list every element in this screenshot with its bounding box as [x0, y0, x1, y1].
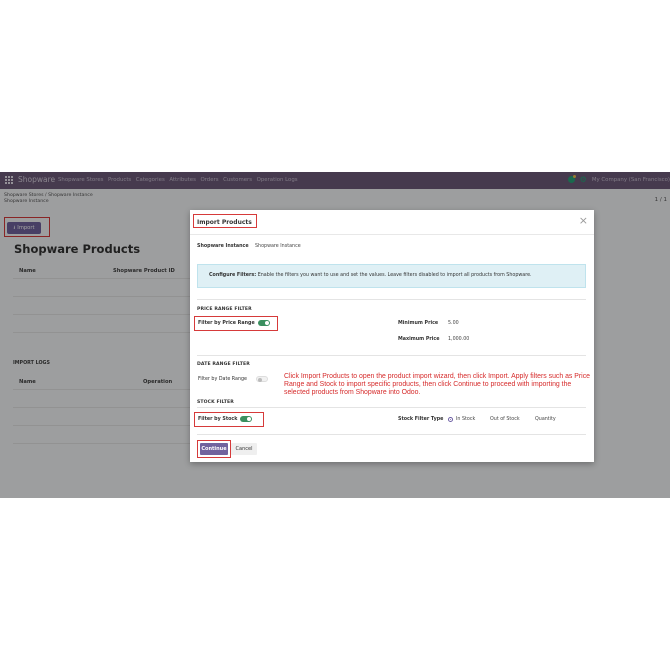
info-bold: Configure Filters:	[209, 273, 257, 278]
option-in-stock[interactable]: In Stock	[456, 417, 475, 422]
info-alert: Configure Filters: Enable the filters yo…	[197, 264, 586, 288]
stock-type-label: Stock Filter Type	[398, 417, 444, 422]
date-filter-toggle[interactable]	[256, 376, 268, 382]
app-screenshot: Shopware Shopware Stores Products Catego…	[0, 172, 670, 498]
instruction-callout: Click Import Products to open the produc…	[284, 373, 590, 396]
date-filter-label: Filter by Date Range	[198, 377, 248, 382]
price-section-title: PRICE RANGE FILTER	[197, 307, 252, 312]
close-icon[interactable]: ×	[579, 215, 588, 227]
max-price-label: Maximum Price	[398, 337, 440, 342]
divider	[197, 299, 586, 300]
instance-label: Shopware Instance	[197, 244, 249, 249]
stock-highlight-box	[194, 412, 264, 427]
radio-in-stock[interactable]	[448, 417, 453, 422]
price-highlight-box	[194, 316, 278, 331]
divider	[197, 434, 586, 435]
cancel-button[interactable]: Cancel	[231, 443, 257, 455]
instance-value[interactable]: Shopware Instance	[255, 244, 301, 249]
stock-section-title: STOCK FILTER	[197, 400, 234, 405]
option-out-of-stock[interactable]: Out of Stock	[490, 417, 520, 422]
date-section-title: DATE RANGE FILTER	[197, 362, 250, 367]
divider	[197, 355, 586, 356]
option-quantity[interactable]: Quantity	[535, 417, 556, 422]
min-price-label: Minimum Price	[398, 321, 439, 326]
dialog-header: Import Products ×	[190, 210, 594, 235]
info-text: Enable the filters you want to use and s…	[256, 273, 532, 278]
max-price-value[interactable]: 1,000.00	[448, 337, 469, 342]
title-highlight-box	[193, 214, 257, 228]
min-price-value[interactable]: 5.00	[448, 321, 459, 326]
continue-highlight-box	[197, 440, 231, 458]
divider	[197, 407, 586, 408]
import-products-dialog: Import Products × Shopware Instance Shop…	[190, 210, 594, 462]
